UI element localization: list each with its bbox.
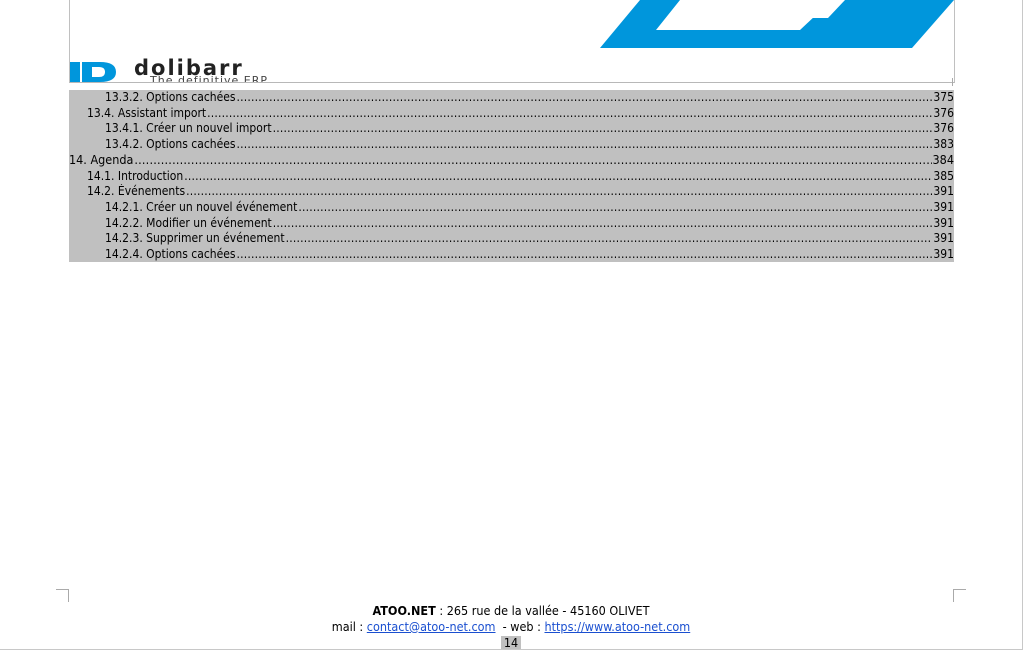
- footer-contact-line: mail : contact@atoo-net.com - web : http…: [0, 619, 1022, 635]
- toc-entry-title: 14. Agenda: [69, 152, 134, 168]
- footer-web-link[interactable]: https://www.atoo-net.com: [544, 619, 690, 634]
- toc-entry-title: 14.2.1. Créer un nouvel événement: [105, 200, 298, 215]
- toc-leader-dots: [237, 247, 933, 263]
- toc-entry[interactable]: 14.1. Introduction 385: [69, 169, 954, 185]
- toc-leader-dots: [273, 216, 933, 232]
- toc-entry-page: 384: [932, 152, 954, 168]
- toc-leader-dots: [207, 106, 932, 122]
- toc-leader-dots: [134, 152, 931, 169]
- toc-entry[interactable]: 13.4.2. Options cachées 383: [69, 137, 954, 153]
- crop-mark-left-v: [68, 589, 69, 602]
- toc-entry-page: 385: [933, 168, 954, 183]
- toc-entry[interactable]: 14.2.3. Supprimer un événement 391: [69, 231, 954, 247]
- logo-tagline: The definitive ERP: [150, 74, 269, 83]
- toc-entry-title: 13.4.1. Créer un nouvel import: [105, 121, 272, 136]
- toc-leader-dots: [186, 184, 932, 200]
- toc-entry-page: 391: [933, 246, 954, 261]
- toc-entry[interactable]: 14.2.4. Options cachées 391: [69, 247, 954, 263]
- footer-mail-label: mail :: [331, 619, 367, 634]
- toc-entry-page: 391: [933, 200, 954, 215]
- dolibarr-watermark-d: [600, 0, 954, 48]
- table-of-contents: 13.3.2. Options cachées 375 13.4. Assistan…: [69, 90, 954, 263]
- crop-mark-left-h: [56, 589, 69, 590]
- header-corner-mark: [952, 78, 953, 86]
- toc-leader-dots: [237, 90, 933, 106]
- toc-entry-page: 376: [933, 121, 954, 136]
- toc-entry-title: 13.4. Assistant import: [87, 105, 207, 120]
- footer-address: : 265 rue de la vallée - 45160 OLIVET: [435, 603, 650, 618]
- footer-company: ATOO.NET: [372, 603, 436, 618]
- toc-entry-title: 14.2.4. Options cachées: [105, 246, 236, 261]
- toc-entry[interactable]: 14.2. Événements 391: [69, 184, 954, 200]
- crop-mark-right-h: [953, 589, 966, 590]
- toc-entry[interactable]: 13.3.2. Options cachées 375: [69, 90, 954, 106]
- crop-mark-right-v: [953, 589, 954, 602]
- toc-entry-title: 13.3.2. Options cachées: [105, 90, 236, 104]
- dolibarr-logo: dolibarr The definitive ERP: [70, 56, 330, 83]
- toc-entry[interactable]: 13.4.1. Créer un nouvel import 376: [69, 121, 954, 137]
- toc-entry-title: 14.2.3. Supprimer un événement: [105, 231, 285, 246]
- toc-leader-dots: [237, 137, 933, 153]
- toc-leader-dots: [273, 121, 933, 137]
- document-page: dolibarr The definitive ERP 13.3.2. Opti…: [0, 0, 1023, 650]
- toc-entry-title: 14.2. Événements: [87, 184, 186, 199]
- page-number: 14: [500, 636, 522, 649]
- footer-web-label: - web :: [495, 619, 545, 634]
- toc-entry-title: 14.1. Introduction: [87, 168, 184, 183]
- dolibarr-d-icon: [70, 62, 116, 82]
- toc-entry-page: 391: [933, 215, 954, 230]
- toc-entry-title: 14.2.2. Modifier un événement: [105, 215, 272, 230]
- toc-leader-dots: [286, 231, 933, 247]
- toc-entry[interactable]: 13.4. Assistant import 376: [69, 106, 954, 122]
- page-footer: ATOO.NET : 265 rue de la vallée - 45160 …: [0, 603, 1022, 649]
- footer-address-line: ATOO.NET : 265 rue de la vallée - 45160 …: [0, 603, 1022, 619]
- toc-entry[interactable]: 14.2.1. Créer un nouvel événement 391: [69, 200, 954, 216]
- toc-entry[interactable]: 14.2.2. Modifier un événement 391: [69, 216, 954, 232]
- toc-entry[interactable]: 14. Agenda 384: [69, 152, 954, 169]
- toc-entry-title: 13.4.2. Options cachées: [105, 136, 236, 151]
- toc-leader-dots: [298, 200, 932, 216]
- toc-entry-page: 391: [933, 231, 954, 246]
- toc-leader-dots: [184, 169, 932, 185]
- toc-entry-page: 375: [933, 90, 954, 104]
- footer-mail-link[interactable]: contact@atoo-net.com: [367, 619, 496, 634]
- toc-entry-page: 383: [933, 136, 954, 151]
- toc-entry-page: 376: [933, 105, 954, 120]
- page-header: dolibarr The definitive ERP: [69, 0, 955, 83]
- toc-entry-page: 391: [933, 184, 954, 199]
